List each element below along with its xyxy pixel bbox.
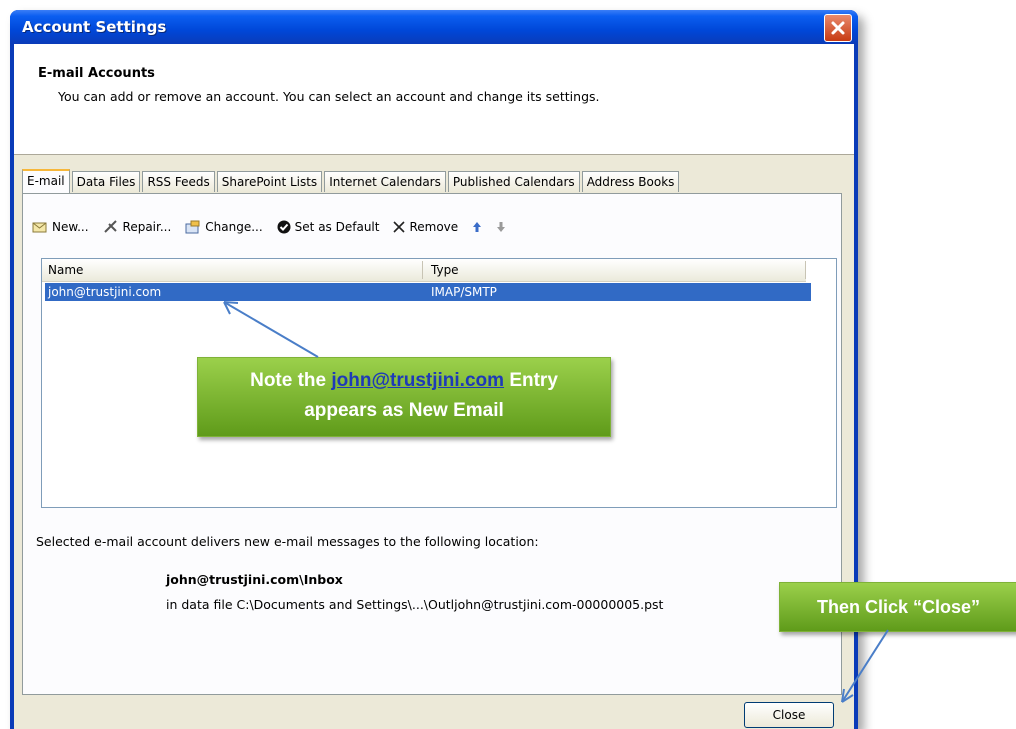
arrow-down-icon	[497, 222, 506, 232]
close-button[interactable]: Close	[744, 702, 834, 728]
new-account-icon	[32, 222, 47, 233]
table-row[interactable]: john@trustjini.com IMAP/SMTP	[45, 283, 811, 301]
new-button-label: New...	[52, 220, 89, 234]
tab-internet-calendars[interactable]: Internet Calendars	[324, 171, 446, 192]
tools-icon	[103, 220, 117, 233]
title-bar[interactable]: Account Settings	[10, 10, 858, 44]
remove-button-label: Remove	[409, 220, 459, 234]
delivery-inbox: john@trustjini.com\Inbox	[166, 572, 343, 587]
note-prefix: Note the	[250, 370, 327, 391]
repair-button[interactable]: Repair...	[103, 220, 172, 234]
dialog-header: E-mail Accounts You can add or remove an…	[14, 44, 854, 155]
repair-button-label: Repair...	[122, 220, 172, 234]
section-description: You can add or remove an account. You ca…	[58, 89, 600, 104]
column-header-type[interactable]: Type	[431, 263, 459, 277]
tab-rss-feeds[interactable]: RSS Feeds	[142, 171, 215, 192]
tab-published-calendars[interactable]: Published Calendars	[447, 171, 580, 192]
column-divider[interactable]	[805, 261, 806, 279]
note-email-link[interactable]: john@trustjini.com	[331, 370, 504, 391]
account-name-cell: john@trustjini.com	[48, 285, 162, 299]
remove-x-icon	[393, 221, 406, 233]
arrow-up-icon	[473, 222, 482, 232]
move-down-button[interactable]	[496, 221, 506, 233]
account-type-cell: IMAP/SMTP	[431, 285, 497, 299]
list-header: Name Type	[42, 259, 806, 282]
tab-email[interactable]: E-mail	[22, 169, 70, 193]
tab-sharepoint-lists[interactable]: SharePoint Lists	[216, 171, 323, 192]
change-button-label: Change...	[205, 220, 263, 234]
delivery-data-file: in data file C:\Documents and Settings\.…	[166, 597, 664, 612]
tab-strip: E-mail Data Files RSS Feeds SharePoint L…	[22, 169, 681, 193]
change-settings-icon	[185, 220, 200, 234]
check-circle-icon	[277, 220, 291, 234]
remove-button[interactable]: Remove	[393, 220, 458, 234]
tab-data-files[interactable]: Data Files	[71, 171, 141, 192]
account-toolbar: New... Repair... Change... Set as Defaul…	[32, 216, 506, 238]
close-instruction-callout: Then Click “Close”	[779, 582, 1016, 632]
set-default-button[interactable]: Set as Default	[277, 220, 380, 234]
window-title: Account Settings	[22, 18, 167, 36]
window-close-icon[interactable]	[824, 14, 852, 42]
new-button[interactable]: New...	[32, 220, 89, 234]
move-up-button[interactable]	[472, 221, 482, 233]
delivery-location-label: Selected e-mail account delivers new e-m…	[36, 534, 539, 549]
section-title: E-mail Accounts	[38, 66, 155, 81]
column-header-name[interactable]: Name	[48, 263, 83, 277]
change-button[interactable]: Change...	[185, 220, 263, 234]
note-callout: Note the john@trustjini.com Entry appear…	[197, 357, 611, 437]
tab-address-books[interactable]: Address Books	[581, 171, 680, 192]
set-default-label: Set as Default	[294, 220, 380, 234]
note-suffix: Entry	[509, 370, 558, 391]
column-divider[interactable]	[422, 261, 423, 279]
note-line-two: appears as New Email	[304, 400, 504, 421]
